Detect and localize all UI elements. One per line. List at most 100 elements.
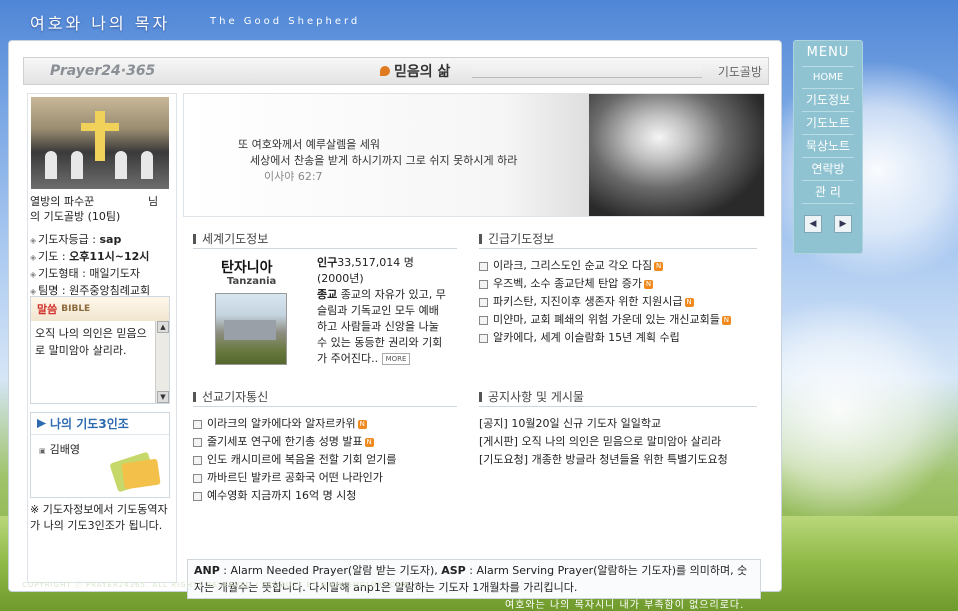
mission-reporter-news: 선교기자통신 이라크의 알카에다와 알자르카위 N 줄기세포 연구에 한기총 성명… (193, 387, 457, 505)
list-item[interactable]: 미얀마, 교회 폐쇄의 위험 가운데 있는 개신교회들 N (479, 311, 757, 329)
new-badge-icon: N (721, 315, 731, 325)
bullet-icon (479, 316, 488, 325)
menu-title: MENU (806, 45, 850, 60)
notice-heading[interactable]: 공지사항 및 게시물 (479, 387, 757, 407)
my-prayer-trio-box: 나의 기도3인조 김배영 (30, 412, 170, 498)
menu-item-contact[interactable]: 연락방 (802, 158, 854, 181)
side-menu: MENU HOME 기도정보 기도노트 묵상노트 연락방 관 리 ◀ ▶ (793, 40, 863, 254)
bullet-icon (193, 474, 202, 483)
bible-header: 말씀 BIBLE (31, 297, 169, 321)
bullet-icon (479, 334, 488, 343)
person-figure (71, 151, 83, 179)
bullet-icon (479, 262, 488, 271)
new-badge-icon: N (357, 419, 367, 429)
urgent-list: 이라크, 그리스도인 순교 각오 다짐 N 우즈벡, 소수 종교단체 탄압 증가 N… (479, 257, 757, 347)
section-title-text: 믿음의 삶 (394, 64, 451, 80)
bullet-icon (193, 438, 202, 447)
info-time: 기도 : 오후11시~12시 (30, 249, 150, 266)
list-item[interactable]: [기도요청] 개종한 방글라 청년들을 위한 특별기도요청 (479, 451, 757, 469)
notice-list: [공지] 10월20일 신규 기도자 일일학교 [게시판] 오직 나의 의인은 … (479, 415, 757, 469)
person-figure (115, 151, 127, 179)
title-divider (472, 66, 702, 78)
world-prayer-heading[interactable]: 세계기도정보 (193, 229, 457, 249)
list-item[interactable]: 우즈벡, 소수 종교단체 탄압 증가 N (479, 275, 757, 293)
list-item[interactable]: 예수영화 지금까지 16억 명 시청 (193, 487, 457, 505)
footer-copyright: COPYRIGHT ⓒ PRAYER24365. ALL RIGHTS RESE… (22, 581, 410, 589)
speech-bubble-icon (380, 66, 390, 76)
list-item[interactable]: 이라크의 알카에다와 알자르카위 N (193, 415, 457, 433)
new-badge-icon: N (654, 261, 664, 271)
profile-name: 열방의 파수꾼 님 의 기도골방 (10팀) (30, 194, 174, 224)
team-photo (31, 97, 169, 189)
person-figure (141, 151, 153, 179)
praying-hands-image (589, 94, 764, 216)
scroll-up-icon[interactable]: ▲ (157, 321, 169, 333)
banner-verse-line2: 세상에서 찬송을 받게 하시기까지 그로 쉬지 못하시게 하라 (250, 154, 518, 167)
section-title: 믿음의 삶 (380, 61, 450, 81)
profile-info: 기도자등급 : sap 기도 : 오후11시~12시 기도형태 : 매일기도자 … (30, 232, 150, 300)
my-prayer-trio-header: 나의 기도3인조 (31, 413, 169, 435)
my-prayer-trio-title: 나의 기도3인조 (50, 417, 129, 431)
trio-note: ※ 기도자정보에서 기도동역자가 나의 기도3인조가 됩니다. (30, 503, 168, 532)
list-item[interactable]: 인도 캐시미르에 복음을 전할 기회 얻기를 (193, 451, 457, 469)
anp-asp-explanation: ANP : Alarm Needed Prayer(알람 받는 기도자), AS… (187, 559, 761, 599)
list-item[interactable]: 줄기세포 연구에 한기총 성명 발표 N (193, 433, 457, 451)
world-prayer-info: 세계기도정보 탄자니아 Tanzania 인구33,517,014 명 (200… (193, 229, 457, 365)
list-item[interactable]: 까바르딘 발카르 공화국 어떤 나라인가 (193, 469, 457, 487)
topbar-right-label: 기도골방 (717, 65, 762, 79)
bible-title-en: BIBLE (61, 304, 91, 314)
bible-scrollbar[interactable]: ▲ ▼ (155, 321, 169, 403)
list-item[interactable]: 파키스탄, 지진이후 생존자 위한 지원시급 N (479, 293, 757, 311)
left-column: 열방의 파수꾼 님 의 기도골방 (10팀) 기도자등급 : sap 기도 : … (27, 93, 177, 583)
main-panel: Prayer24·365 믿음의 삶 기도골방 열방의 파수꾼 님 의 기도골방… (8, 40, 782, 599)
urgent-prayer-info: 긴급기도정보 이라크, 그리스도인 순교 각오 다짐 N 우즈벡, 소수 종교단체… (479, 229, 757, 347)
bullet-icon (193, 420, 202, 429)
cross-icon (95, 111, 105, 161)
list-item[interactable]: 알카에다, 세계 이슬람화 15년 계획 수립 (479, 329, 757, 347)
country-info: 인구33,517,014 명 (2000년) 종교 종교의 자유가 있고, 무슬… (317, 256, 446, 365)
menu-item-prayer-info[interactable]: 기도정보 (802, 89, 854, 112)
country-name[interactable]: 탄자니아 (221, 257, 273, 277)
trio-member[interactable]: 김배영 (39, 441, 80, 457)
banner-verse-line1: 또 여호와께서 예루살렘을 세워 (238, 138, 381, 151)
topbar: Prayer24·365 믿음의 삶 기도골방 (23, 57, 769, 85)
folder-icon (109, 451, 163, 493)
cross-icon (81, 123, 119, 131)
list-item[interactable]: [게시판] 오직 나의 의인은 믿음으로 말미암아 살리라 (479, 433, 757, 451)
prev-arrow-icon[interactable]: ◀ (804, 215, 822, 233)
menu-item-prayer-note[interactable]: 기도노트 (802, 112, 854, 135)
new-badge-icon: N (684, 297, 694, 307)
profile-name-line1: 열방의 파수꾼 (30, 195, 95, 208)
content-area: 또 여호와께서 예루살렘을 세워 세상에서 찬송을 받게 하시기까지 그로 쉬지… (183, 93, 765, 599)
bible-verse: 오직 나의 의인은 믿음으로 말미암아 살리라. (35, 327, 147, 357)
info-type: 기도형태 : 매일기도자 (30, 266, 150, 283)
site-title: 여호와 나의 목자 (30, 14, 171, 33)
list-item[interactable]: [공지] 10월20일 신규 기도자 일일학교 (479, 415, 757, 433)
play-arrow-icon (37, 419, 46, 428)
mission-list: 이라크의 알카에다와 알자르카위 N 줄기세포 연구에 한기총 성명 발표 N 인도… (193, 415, 457, 505)
more-button[interactable]: MORE (381, 353, 411, 365)
menu-arrows: ◀ ▶ (804, 215, 852, 233)
menu-item-home[interactable]: HOME (802, 66, 854, 89)
country-photo[interactable] (215, 293, 287, 365)
mission-news-heading[interactable]: 선교기자통신 (193, 387, 457, 407)
person-figure (45, 151, 57, 179)
site-subtitle: The Good Shepherd (210, 16, 361, 27)
menu-item-meditation-note[interactable]: 묵상노트 (802, 135, 854, 158)
menu-item-admin[interactable]: 관 리 (802, 181, 854, 204)
notice-board: 공지사항 및 게시물 [공지] 10월20일 신규 기도자 일일학교 [게시판]… (479, 387, 757, 469)
new-badge-icon: N (644, 279, 654, 289)
urgent-prayer-heading[interactable]: 긴급기도정보 (479, 229, 757, 249)
verse-banner: 또 여호와께서 예루살렘을 세워 세상에서 찬송을 받게 하시기까지 그로 쉬지… (183, 93, 765, 217)
bullet-icon (479, 298, 488, 307)
profile-name-suffix: 님 (148, 195, 159, 208)
scroll-down-icon[interactable]: ▼ (157, 391, 169, 403)
bullet-icon (479, 280, 488, 289)
profile-name-line2: 의 기도골방 (10팀) (30, 210, 121, 223)
country-name-en: Tanzania (227, 276, 277, 287)
list-item[interactable]: 이라크, 그리스도인 순교 각오 다짐 N (479, 257, 757, 275)
next-arrow-icon[interactable]: ▶ (834, 215, 852, 233)
info-grade: 기도자등급 : sap (30, 232, 150, 249)
bible-title: 말씀 (37, 303, 58, 316)
logo[interactable]: Prayer24·365 (50, 63, 155, 79)
